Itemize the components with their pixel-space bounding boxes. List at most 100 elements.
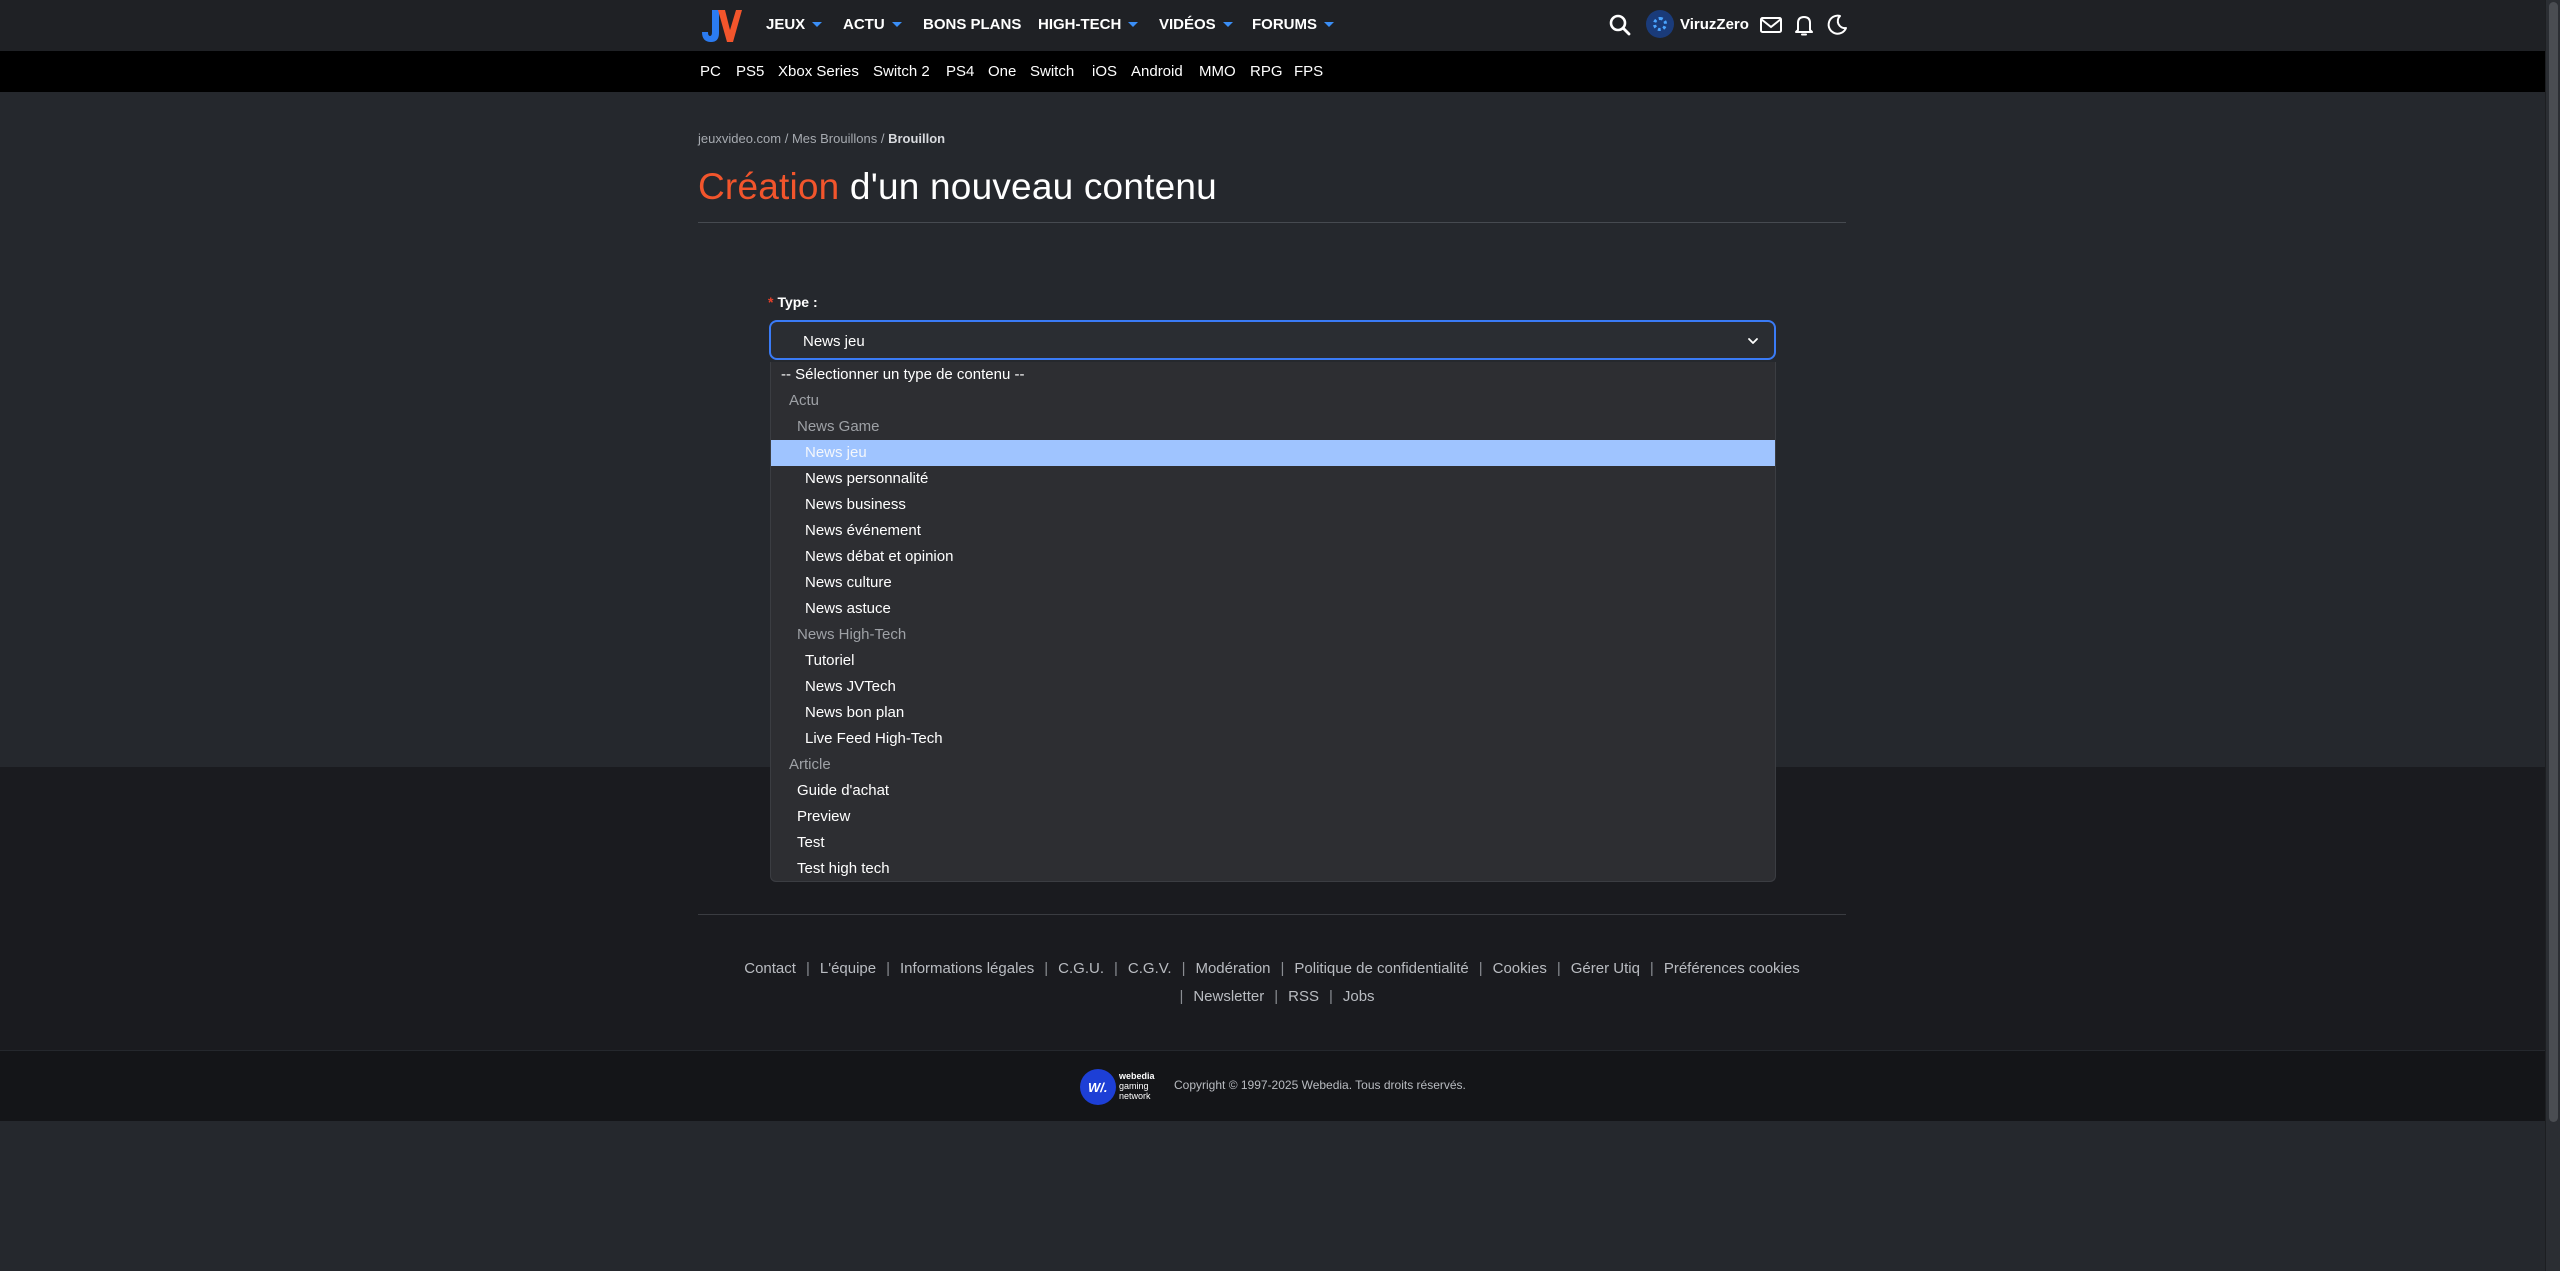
platform-link-pc[interactable]: PC xyxy=(700,51,721,92)
nav-item-label: FORUMS xyxy=(1252,16,1317,33)
platform-bar: PC PS5 Xbox Series Switch 2 PS4 One Switch iOS A… xyxy=(0,51,2545,92)
nav-item-label: ACTU xyxy=(843,16,885,33)
footer-link-politique-de-confidentialit-[interactable]: Politique de confidentialité xyxy=(1294,960,1468,977)
footer-link-l-quipe[interactable]: L'équipe xyxy=(820,960,876,977)
dropdown-option[interactable]: Live Feed High-Tech xyxy=(771,726,1775,752)
dropdown-option[interactable]: News astuce xyxy=(771,596,1775,622)
scrollbar-thumb[interactable] xyxy=(2549,2,2558,1122)
nav-item-label: BONS PLANS xyxy=(923,16,1022,33)
dropdown-option[interactable]: Tutoriel xyxy=(771,648,1775,674)
platform-link-xbox-series[interactable]: Xbox Series xyxy=(778,51,859,92)
type-field-label: * Type : xyxy=(768,294,818,310)
platform-link-ps4[interactable]: PS4 xyxy=(946,51,974,92)
caret-down-icon xyxy=(1324,22,1334,27)
bell-icon[interactable] xyxy=(1791,12,1817,38)
search-icon[interactable] xyxy=(1607,12,1633,38)
type-label-text: Type : xyxy=(777,294,818,310)
footer-link-jobs[interactable]: Jobs xyxy=(1343,988,1375,1005)
dropdown-option[interactable]: News débat et opinion xyxy=(771,544,1775,570)
platform-link-android[interactable]: Android xyxy=(1131,51,1183,92)
footer-link-c-g-v-[interactable]: C.G.V. xyxy=(1128,960,1172,977)
footer-link-pr-f-rences-cookies[interactable]: Préférences cookies xyxy=(1664,960,1800,977)
platform-link-switch[interactable]: Switch xyxy=(1030,51,1074,92)
footer-separator: | xyxy=(1044,960,1049,977)
footer-link-informations-l-gales[interactable]: Informations légales xyxy=(900,960,1034,977)
page: JEUX ACTU BONS PLANS HIGH-TECH VIDÉOS FORUMS … xyxy=(0,0,2545,1271)
nav-item-vid-os[interactable]: VIDÉOS xyxy=(1159,0,1233,51)
footer-separator: | xyxy=(1478,960,1483,977)
jv-logo[interactable] xyxy=(698,6,742,44)
user-menu[interactable]: ViruzZero xyxy=(1646,0,1749,51)
footer-separator: | xyxy=(1556,960,1561,977)
footer-link-rss[interactable]: RSS xyxy=(1288,988,1319,1005)
type-dropdown-list: -- Sélectionner un type de contenu -- Act… xyxy=(770,362,1776,882)
nav-item-label: HIGH-TECH xyxy=(1038,16,1122,33)
dropdown-option[interactable]: News culture xyxy=(771,570,1775,596)
footer-divider xyxy=(698,914,1846,915)
platform-link-mmo[interactable]: MMO xyxy=(1199,51,1236,92)
page-title-rest: d'un nouveau contenu xyxy=(839,166,1217,207)
webedia-gaming-logo[interactable]: W/. webedia gaming network xyxy=(1079,1068,1161,1106)
dropdown-option[interactable]: Guide d'achat xyxy=(771,778,1775,804)
dropdown-option[interactable]: Test xyxy=(771,830,1775,856)
required-mark: * xyxy=(768,294,774,310)
mail-icon[interactable] xyxy=(1758,12,1784,38)
dropdown-group-label: Actu xyxy=(789,392,820,409)
platform-link-fps[interactable]: FPS xyxy=(1294,51,1323,92)
nav-item-bons-plans[interactable]: BONS PLANS xyxy=(923,0,1021,51)
caret-down-icon xyxy=(812,22,823,27)
dropdown-option[interactable]: News JVTech xyxy=(771,674,1775,700)
dropdown-option[interactable]: Test high tech xyxy=(771,856,1775,881)
nav-item-high-tech[interactable]: HIGH-TECH xyxy=(1038,0,1139,51)
dropdown-option[interactable]: Preview xyxy=(771,804,1775,830)
breadcrumb-link-home[interactable]: jeuxvideo.com xyxy=(698,131,781,146)
footer-links-row2: | Newsletter | RSS | Jobs xyxy=(698,988,1846,1005)
dropdown-group-label: Article xyxy=(789,756,831,773)
platform-link-rpg[interactable]: RPG xyxy=(1250,51,1283,92)
chevron-down-icon xyxy=(1748,338,1758,344)
nav-item-jeux[interactable]: JEUX xyxy=(766,0,823,51)
platform-link-switch-2[interactable]: Switch 2 xyxy=(873,51,930,92)
avatar xyxy=(1646,10,1674,39)
breadcrumb-link-drafts[interactable]: Mes Brouillons xyxy=(792,131,877,146)
svg-text:webedia: webedia xyxy=(1118,1071,1156,1081)
moon-icon[interactable] xyxy=(1824,12,1850,38)
breadcrumb-current: Brouillon xyxy=(888,131,946,146)
dropdown-option[interactable]: News personnalité xyxy=(771,466,1775,492)
footer-link-newsletter[interactable]: Newsletter xyxy=(1193,988,1264,1005)
dropdown-option[interactable]: News jeu xyxy=(771,440,1775,466)
footer-separator: | xyxy=(1280,960,1285,977)
footer-link-cookies[interactable]: Cookies xyxy=(1493,960,1547,977)
nav-item-forums[interactable]: FORUMS xyxy=(1252,0,1334,51)
vertical-scrollbar[interactable] xyxy=(2545,0,2560,1271)
caret-down-icon xyxy=(891,22,902,27)
footer-link-contact[interactable]: Contact xyxy=(744,960,796,977)
footer-link-g-rer-utiq[interactable]: Gérer Utiq xyxy=(1571,960,1640,977)
footer-link-c-g-u-[interactable]: C.G.U. xyxy=(1058,960,1104,977)
svg-text:gaming: gaming xyxy=(1119,1081,1149,1091)
platform-link-ios[interactable]: iOS xyxy=(1092,51,1117,92)
svg-text:W/.: W/. xyxy=(1088,1080,1108,1095)
copyright-text: Copyright © 1997-2025 Webedia. Tous droi… xyxy=(1174,1078,1466,1092)
footer-link-mod-ration[interactable]: Modération xyxy=(1195,960,1270,977)
dropdown-option[interactable]: News événement xyxy=(771,518,1775,544)
type-select[interactable]: News jeu xyxy=(769,320,1776,360)
footer-links-row1: Contact | L'équipe | Informations légales | C.… xyxy=(698,960,1846,977)
nav-item-label: VIDÉOS xyxy=(1159,16,1216,33)
username: ViruzZero xyxy=(1680,16,1749,33)
footer-separator: | xyxy=(1274,988,1279,1005)
dropdown-option[interactable]: -- Sélectionner un type de contenu -- xyxy=(771,362,1775,388)
nav-item-actu[interactable]: ACTU xyxy=(843,0,902,51)
type-select-value: News jeu xyxy=(803,333,865,350)
title-divider xyxy=(698,222,1846,223)
platform-link-one[interactable]: One xyxy=(988,51,1016,92)
dropdown-option[interactable]: News business xyxy=(771,492,1775,518)
footer-separator: | xyxy=(1649,960,1654,977)
footer-separator: | xyxy=(1114,960,1118,977)
caret-down-icon xyxy=(1222,22,1233,27)
footer-separator: | xyxy=(805,960,810,977)
svg-text:network: network xyxy=(1119,1091,1151,1101)
dropdown-option[interactable]: News bon plan xyxy=(771,700,1775,726)
platform-link-ps5[interactable]: PS5 xyxy=(736,51,764,92)
dropdown-group-label: News Game xyxy=(797,418,880,435)
